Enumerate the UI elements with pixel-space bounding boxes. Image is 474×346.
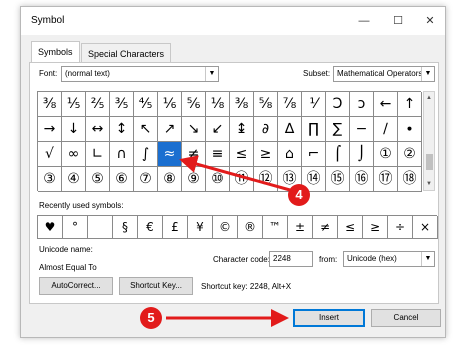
annotation-arrow-4 [179,155,291,192]
annotation-arrows [166,155,291,327]
annotation-badge-4: 4 [288,184,310,206]
annotation-badge-5: 5 [140,307,162,329]
